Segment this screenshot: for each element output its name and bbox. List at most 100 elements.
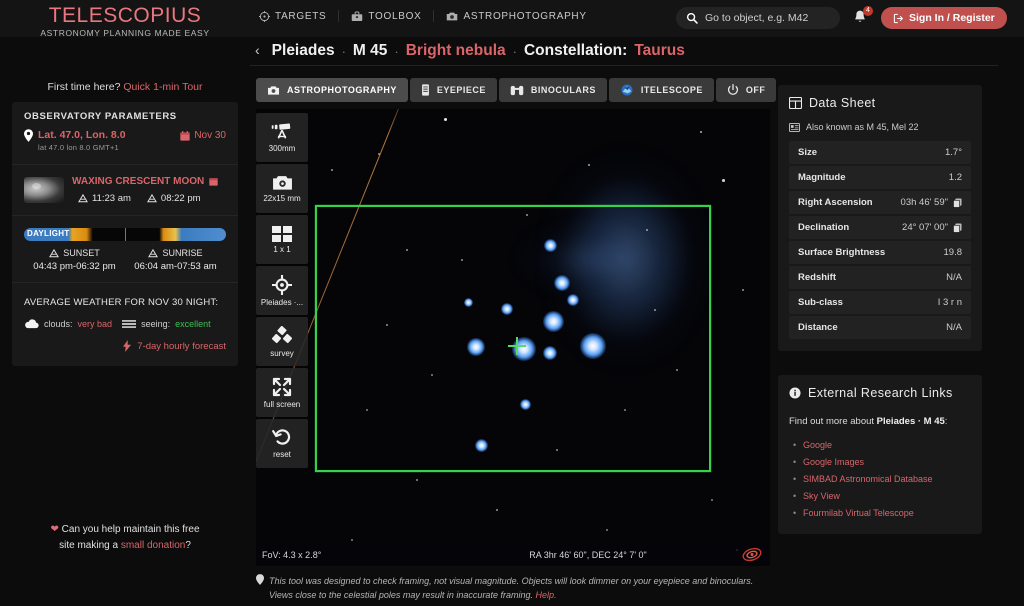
daylight-bar: DAYLIGHT: [24, 228, 226, 241]
reset-icon: [272, 428, 292, 447]
nav-item-astrophotography[interactable]: ASTROPHOTOGRAPHY: [433, 10, 598, 22]
main-viewer-section: ASTROPHOTOGRAPHY EYEPIECE BINOCULARS ITE…: [250, 66, 774, 602]
field-star: [588, 164, 590, 166]
research-find-text: Find out more about Pleiades · M 45:: [789, 416, 971, 427]
forecast-link[interactable]: 7-day hourly forecast: [137, 341, 226, 352]
research-link-sky-view[interactable]: Sky View: [803, 488, 971, 505]
moonset-icon: [147, 194, 157, 203]
external-research-links-panel: External Research Links Find out more ab…: [778, 375, 982, 534]
tab-off[interactable]: OFF: [716, 78, 777, 102]
field-star: [606, 529, 608, 531]
disclaimer-text: This tool was designed to check framing,…: [269, 576, 753, 600]
tool-target[interactable]: Pleiades ·...: [256, 266, 308, 315]
copy-icon[interactable]: [953, 198, 962, 208]
tool-fullscreen-label: full screen: [264, 400, 300, 409]
mosaic-grid-icon: [272, 226, 292, 242]
nav-item-astrophotography-label: ASTROPHOTOGRAPHY: [463, 11, 586, 22]
seeing-label: seeing:: [141, 319, 170, 329]
sunrise-value: 06:04 am-07:53 am: [125, 261, 226, 272]
datasheet-value-group: 03h 46' 59": [901, 197, 962, 208]
notifications-bell-icon[interactable]: 4: [852, 9, 870, 28]
back-button[interactable]: ‹: [250, 42, 265, 60]
tool-survey[interactable]: survey: [256, 317, 308, 366]
moon-image: [24, 177, 64, 203]
brand-title: TELESCOPIUS: [0, 4, 250, 27]
date-value: Nov 30: [194, 130, 226, 141]
info-icon: [789, 387, 801, 399]
object-type[interactable]: Bright nebula: [406, 42, 506, 60]
datasheet-value: 03h 46' 59": [901, 197, 948, 208]
sunset-label: SUNSET: [63, 248, 100, 258]
datasheet-key: Surface Brightness: [798, 247, 885, 258]
nav-item-targets[interactable]: TARGETS: [258, 10, 338, 22]
constellation-label: Constellation:: [524, 42, 627, 60]
telescopius-page: TELESCOPIUS ASTRONOMY PLANNING MADE EASY…: [0, 0, 1024, 606]
brand-logo[interactable]: TELESCOPIUS ASTRONOMY PLANNING MADE EASY: [0, 4, 250, 39]
quick-tour-link[interactable]: Quick 1-min Tour: [123, 81, 202, 93]
research-link-fourmilab[interactable]: Fourmilab Virtual Telescope: [803, 505, 971, 522]
moon-rise-time: 11:23 am: [78, 193, 131, 204]
research-links-title-row: External Research Links: [789, 386, 971, 400]
datasheet-key: Right Ascension: [798, 197, 873, 208]
datasheet-row: Right Ascension 03h 46' 59": [789, 191, 971, 214]
research-links-title: External Research Links: [808, 386, 953, 400]
viewer-mode-tabs: ASTROPHOTOGRAPHY EYEPIECE BINOCULARS ITE…: [250, 66, 774, 109]
tool-survey-label: survey: [270, 349, 294, 358]
sign-in-register-label: Sign In / Register: [909, 12, 995, 24]
sign-in-register-button[interactable]: Sign In / Register: [881, 7, 1007, 29]
location-value[interactable]: Lat. 47.0, Lon. 8.0: [38, 129, 126, 142]
moon-times: 11:23 am 08:22 pm: [72, 193, 226, 204]
research-link-google[interactable]: Google: [803, 437, 971, 454]
clouds-label: clouds:: [44, 319, 73, 329]
daylight-bar-label: DAYLIGHT: [27, 229, 70, 238]
tab-itelescope-label: ITELESCOPE: [641, 85, 703, 95]
info-pin-icon: [256, 574, 264, 602]
tab-itelescope[interactable]: ITELESCOPE: [609, 78, 714, 102]
tab-eyepiece[interactable]: EYEPIECE: [410, 78, 497, 102]
moon-phase-label: WAXING CRESCENT MOON: [72, 176, 204, 187]
nav-item-toolbox[interactable]: TOOLBOX: [338, 10, 433, 22]
first-time-banner: First time here? Quick 1-min Tour: [0, 37, 250, 102]
search-input[interactable]: Go to object, e.g. M42: [676, 7, 840, 29]
sunset-value: 04:43 pm-06:32 pm: [24, 261, 125, 272]
observatory-parameters-title: OBSERVATORY PARAMETERS: [12, 102, 238, 129]
sky-image-viewer[interactable]: 300mm 22x15 mm 1 x 1: [256, 109, 770, 566]
disclaimer-help-link[interactable]: Help.: [535, 590, 556, 600]
weather-title: AVERAGE WEATHER FOR NOV 30 NIGHT:: [24, 297, 226, 308]
datasheet-value: 19.8: [944, 247, 963, 258]
datasheet-value: 1.2: [949, 172, 962, 183]
donation-banner: ❤ Can you help maintain this free site m…: [0, 522, 250, 554]
date-selector[interactable]: Nov 30: [180, 129, 226, 141]
donation-link[interactable]: small donation: [121, 540, 185, 551]
tool-focal-length[interactable]: 300mm: [256, 113, 308, 162]
breadcrumb-separator-1: ·: [342, 44, 346, 59]
location-group[interactable]: Lat. 47.0, Lon. 8.0 lat 47.0 lon 8.0 GMT…: [24, 129, 126, 154]
donation-line-2-suffix: ?: [185, 540, 191, 551]
tab-eyepiece-label: EYEPIECE: [437, 85, 486, 95]
moon-calendar-icon[interactable]: [209, 177, 218, 186]
lightning-bolt-icon: [123, 340, 131, 352]
research-link-simbad[interactable]: SIMBAD Astronomical Database: [803, 471, 971, 488]
tool-fullscreen[interactable]: full screen: [256, 368, 308, 417]
tab-astrophotography[interactable]: ASTROPHOTOGRAPHY: [256, 78, 408, 102]
telescope-icon: [271, 123, 293, 141]
power-icon: [727, 84, 739, 96]
login-arrow-icon: [893, 13, 904, 24]
sunset-icon: [49, 249, 59, 258]
tool-mosaic-label: 1 x 1: [273, 245, 290, 254]
tab-binoculars[interactable]: BINOCULARS: [499, 78, 607, 102]
tool-reset[interactable]: reset: [256, 419, 308, 468]
coordinates-value: RA 3hr 46' 60", DEC 24° 7' 0": [436, 550, 770, 560]
forecast-row[interactable]: 7-day hourly forecast: [24, 340, 226, 352]
datasheet-value-group: 24° 07' 00": [902, 222, 962, 233]
research-link-google-images[interactable]: Google Images: [803, 454, 971, 471]
viewer-disclaimer: This tool was designed to check framing,…: [256, 574, 770, 602]
constellation-name[interactable]: Taurus: [634, 42, 685, 60]
tool-mosaic[interactable]: 1 x 1: [256, 215, 308, 264]
tool-sensor-size[interactable]: 22x15 mm: [256, 164, 308, 213]
tool-focal-length-label: 300mm: [269, 144, 296, 153]
copy-icon[interactable]: [953, 223, 962, 233]
tab-off-label: OFF: [746, 85, 766, 95]
object-name: Pleiades: [272, 42, 335, 60]
table-icon: [789, 97, 802, 109]
